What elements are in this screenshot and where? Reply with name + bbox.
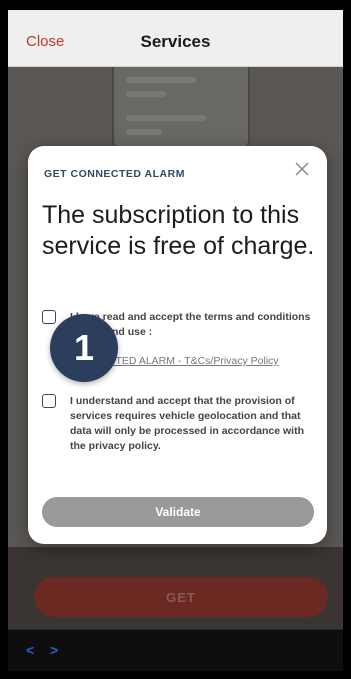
nav-forward-button[interactable]: > [50, 642, 58, 658]
validate-button[interactable]: Validate [42, 497, 314, 527]
step-number-badge: 1 [50, 314, 118, 382]
close-icon[interactable] [292, 160, 312, 180]
background-card-row [126, 115, 206, 121]
get-button[interactable]: GET [34, 577, 328, 617]
modal-eyebrow: GET CONNECTED ALARM [44, 168, 185, 180]
background-card-row [126, 91, 166, 97]
geolocation-checkbox-label: I understand and accept that the provisi… [70, 395, 304, 452]
privacy-policy-link[interactable]: Privacy Policy [213, 355, 278, 367]
close-icon-glyph [295, 162, 309, 176]
top-header: Close Services [8, 10, 343, 67]
geolocation-checkbox[interactable] [42, 394, 56, 408]
background-card-row [126, 77, 196, 83]
page-title: Services [140, 32, 211, 51]
terms-checkbox[interactable] [42, 310, 56, 324]
background-card-row [126, 129, 162, 135]
modal-heading: The subscription to this service is free… [42, 201, 315, 260]
background-card [112, 67, 250, 154]
browser-nav-bar: < > [8, 630, 343, 671]
nav-back-button[interactable]: < [26, 642, 34, 658]
